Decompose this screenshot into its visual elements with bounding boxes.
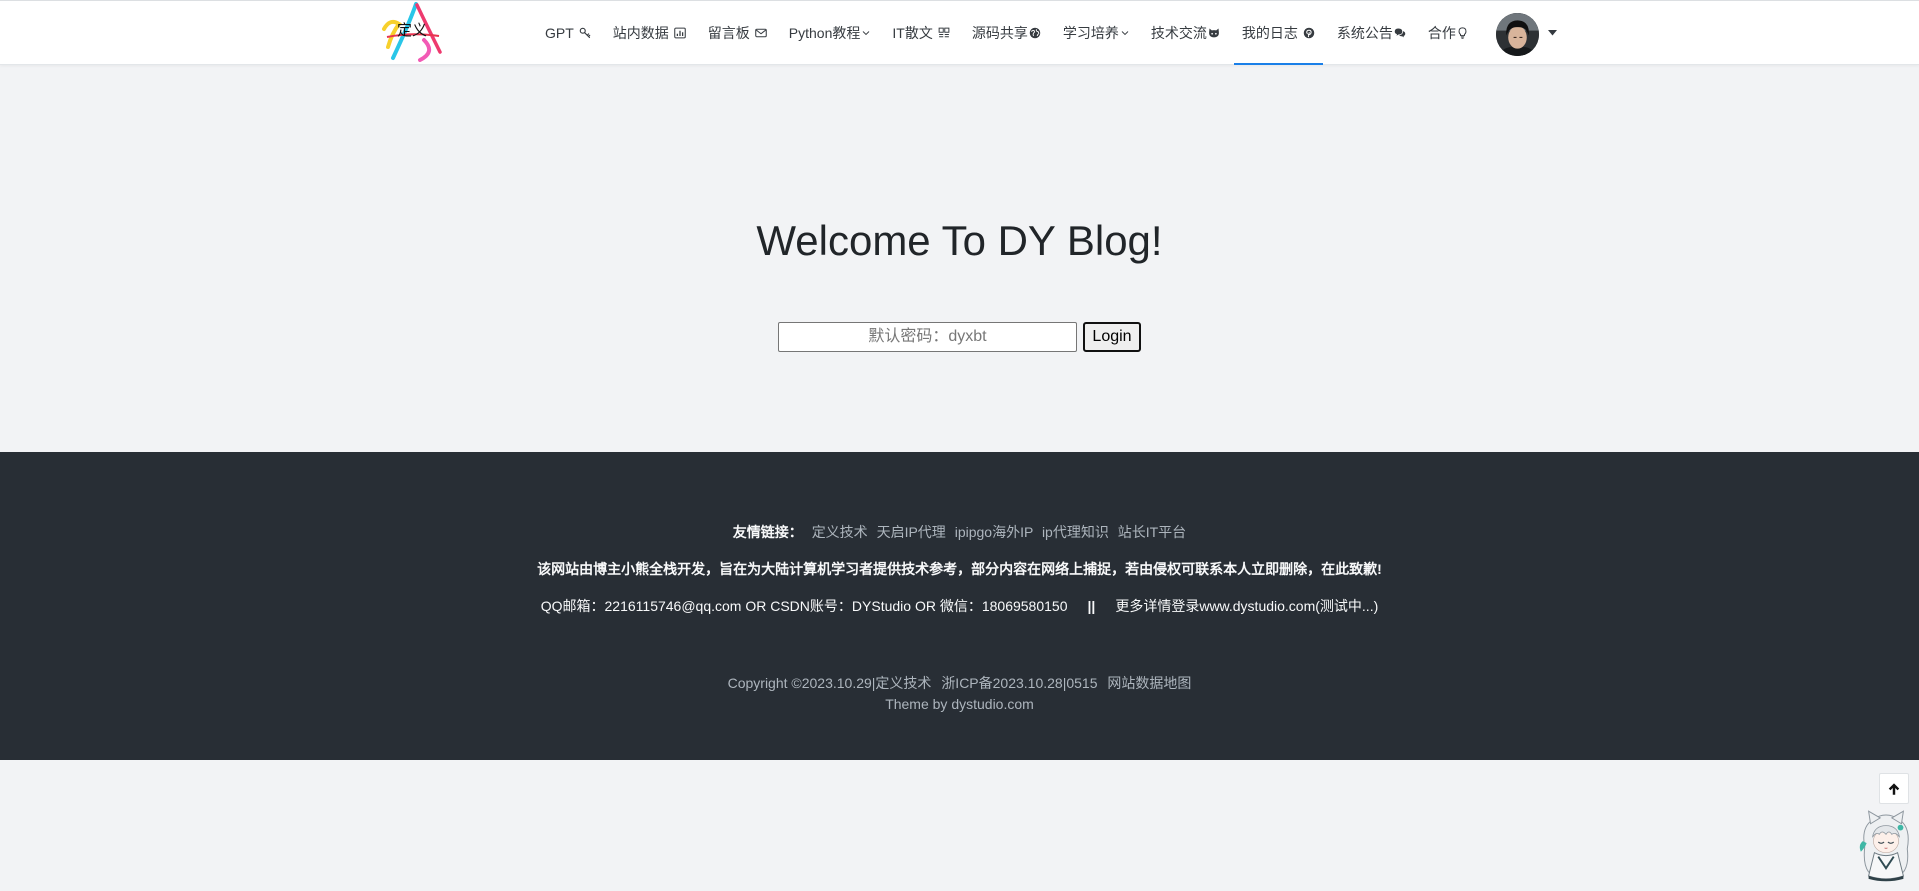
- site-notice: 该网站由博主小熊全栈开发，旨在为大陆计算机学习者提供技术参考，部分内容在网络上捕…: [537, 561, 1382, 577]
- nav-item-announcements[interactable]: 系统公告: [1329, 1, 1414, 64]
- site-footer: 友情链接： 定义技术 天启IP代理 ipipgo海外IP ip代理知识 站长IT…: [0, 452, 1919, 760]
- login-button[interactable]: Login: [1083, 322, 1141, 352]
- nav-item-label: GPT: [545, 24, 574, 41]
- nav-item-message-board[interactable]: 留言板: [700, 1, 775, 64]
- nav-item-learning[interactable]: 学习培养: [1055, 1, 1137, 64]
- logo-icon: 定义: [382, 2, 442, 62]
- site-logo[interactable]: 定义: [380, 2, 444, 62]
- comments-icon: [1394, 27, 1406, 39]
- friend-links: 友情链接： 定义技术 天启IP代理 ipipgo海外IP ip代理知识 站长IT…: [0, 522, 1919, 542]
- nav-item-label: IT散文: [892, 24, 933, 41]
- friend-link[interactable]: 站长IT平台: [1118, 524, 1186, 540]
- logo-text: 定义: [397, 21, 427, 39]
- friend-links-label: 友情链接：: [732, 524, 803, 540]
- nav-item-it-essays[interactable]: IT散文: [884, 1, 957, 64]
- icp-link[interactable]: 浙ICP备2023.10.28|0515: [941, 675, 1097, 691]
- github-icon: [1208, 27, 1220, 39]
- globe-icon: [1029, 27, 1041, 39]
- nav-item-label: 站内数据: [612, 24, 669, 41]
- nav-item-label: 源码共享: [971, 24, 1028, 41]
- mascot-character-icon[interactable]: [1857, 808, 1915, 882]
- nav-item-python-tutorials[interactable]: Python教程: [781, 1, 879, 64]
- nav-item-label: 技术交流: [1150, 24, 1207, 41]
- nav-item-label: 学习培养: [1062, 24, 1119, 41]
- nav-item-cooperation[interactable]: 合作: [1420, 1, 1475, 64]
- friend-link[interactable]: ipipgo海外IP: [955, 524, 1033, 540]
- caret-down-icon[interactable]: [1548, 30, 1557, 36]
- nav-item-label: 系统公告: [1336, 24, 1393, 41]
- friend-link[interactable]: 天启IP代理: [877, 524, 946, 540]
- nav-item-label: 我的日志: [1241, 24, 1298, 41]
- nav-item-site-data[interactable]: 站内数据: [605, 1, 694, 64]
- sitemap-link[interactable]: 网站数据地图: [1107, 675, 1191, 691]
- login-section: Welcome To DY Blog! Login: [0, 65, 1919, 452]
- nav-item-label: 合作: [1427, 24, 1456, 41]
- friend-link[interactable]: 定义技术: [812, 524, 868, 540]
- theme-credit: Theme by dystudio.com: [885, 696, 1034, 712]
- contact-info: QQ邮箱：2216115746@qq.com OR CSDN账号：DYStudi…: [0, 596, 1919, 616]
- arrow-up-icon: [1888, 782, 1900, 795]
- top-navbar: 定义 GPT 站内数据 留言板 Python教程 IT散文 源码共享 学习培养 …: [0, 0, 1919, 65]
- nav-item-label: Python教程: [788, 24, 861, 41]
- chevron-down-icon: [862, 29, 870, 37]
- separator: ||: [1087, 598, 1096, 614]
- pinterest-icon: [1303, 27, 1315, 39]
- page-title: Welcome To DY Blog!: [756, 217, 1163, 264]
- user-avatar[interactable]: [1496, 13, 1539, 56]
- nav-item-source-sharing[interactable]: 源码共享: [964, 1, 1049, 64]
- contact-text: QQ邮箱：2216115746@qq.com OR CSDN账号：DYStudi…: [540, 598, 1068, 614]
- grid-icon: [938, 27, 950, 39]
- main-nav: GPT 站内数据 留言板 Python教程 IT散文 源码共享 学习培养 技术交…: [534, 1, 1478, 65]
- key-icon: [579, 27, 591, 39]
- lightbulb-icon: [1458, 26, 1467, 39]
- friend-link[interactable]: ip代理知识: [1042, 524, 1109, 540]
- copyright-text: Copyright ©2023.10.29|定义技术: [727, 675, 932, 691]
- nav-item-label: 留言板: [707, 24, 750, 41]
- chevron-down-icon: [1121, 29, 1129, 37]
- nav-item-my-journal[interactable]: 我的日志: [1233, 1, 1323, 65]
- password-input[interactable]: [778, 322, 1077, 352]
- more-info-text: 更多详情登录www.dystudio.com(测试中...): [1115, 598, 1379, 614]
- back-to-top-button[interactable]: [1879, 773, 1909, 804]
- nav-item-gpt[interactable]: GPT: [537, 1, 599, 64]
- bar-chart-icon: [674, 27, 686, 39]
- login-form: Login: [0, 322, 1919, 352]
- envelope-icon: [755, 27, 767, 39]
- copyright-line: Copyright ©2023.10.29|定义技术 浙ICP备2023.10.…: [0, 673, 1919, 693]
- nav-item-tech-exchange[interactable]: 技术交流: [1143, 1, 1228, 64]
